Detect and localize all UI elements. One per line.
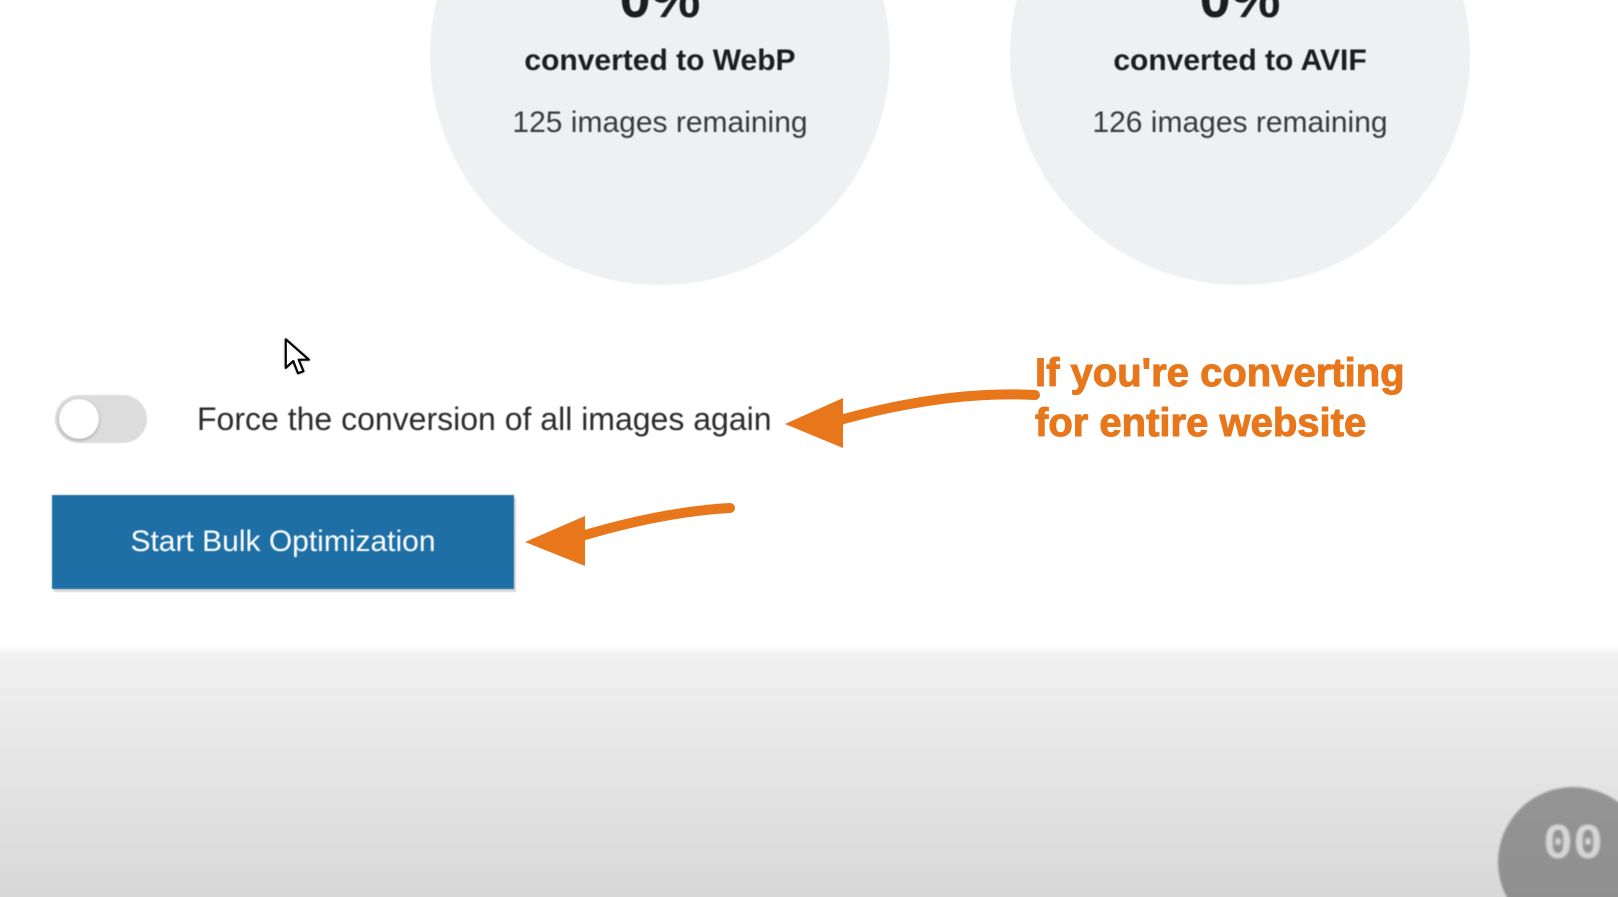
stat-circle-avif: 0% converted to AVIF 126 images remainin… bbox=[1010, 0, 1470, 285]
force-conversion-row: Force the conversion of all images again bbox=[55, 395, 772, 443]
timestamp-badge: 00 bbox=[1498, 787, 1618, 897]
annotation-text: If you're converting for entire website bbox=[1035, 348, 1455, 448]
avif-percent: 0% bbox=[1200, 0, 1281, 26]
avif-label: converted to AVIF bbox=[1113, 44, 1366, 78]
avif-remaining: 126 images remaining bbox=[1092, 106, 1387, 140]
webp-label: converted to WebP bbox=[524, 44, 795, 78]
force-conversion-toggle[interactable] bbox=[55, 395, 147, 443]
force-conversion-label: Force the conversion of all images again bbox=[197, 401, 772, 438]
start-bulk-optimization-button[interactable]: Start Bulk Optimization bbox=[52, 495, 514, 589]
webp-remaining: 125 images remaining bbox=[512, 106, 807, 140]
annotation-arrow-bottom-icon bbox=[520, 490, 740, 570]
stat-circle-webp: 0% converted to WebP 125 images remainin… bbox=[430, 0, 890, 285]
mouse-cursor-icon bbox=[283, 338, 313, 376]
webp-percent: 0% bbox=[620, 0, 701, 26]
annotation-arrow-top-icon bbox=[785, 380, 1045, 450]
